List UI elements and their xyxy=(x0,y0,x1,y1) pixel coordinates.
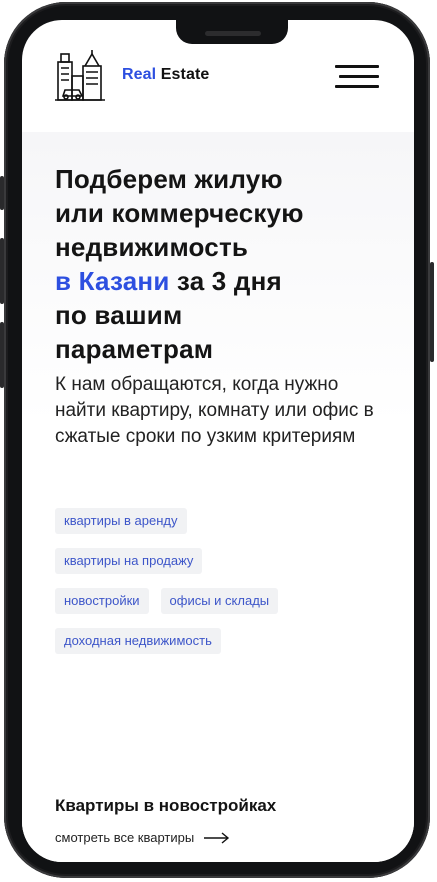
see-all-label: смотреть все квартиры xyxy=(55,830,195,845)
hero-subtitle: К нам обращаются, когда нужно найти квар… xyxy=(55,374,374,447)
headline-line-6: параметрам xyxy=(55,334,214,364)
city-buildings-icon[interactable] xyxy=(55,50,105,102)
headline-line-2: или коммерческую xyxy=(55,198,304,228)
brand-name[interactable]: Real Estate xyxy=(122,66,209,84)
volume-down-button xyxy=(0,322,4,388)
screen: Real Estate Подберем жилую или коммерчес… xyxy=(22,20,414,862)
volume-up-button xyxy=(0,238,4,304)
tag-row: новостройки офисы и склады xyxy=(55,588,385,614)
headline-city: в Казани xyxy=(55,266,170,296)
headline-line-5: по вашим xyxy=(55,300,183,330)
tag-offices-warehouses[interactable]: офисы и склады xyxy=(160,588,279,614)
property-tags: квартиры в аренду квартиры на продажу но… xyxy=(55,508,385,668)
tag-new-buildings[interactable]: новостройки xyxy=(55,588,149,614)
brand-rest: Estate xyxy=(156,66,210,83)
headline-line-1: Подберем жилую xyxy=(55,164,283,194)
tag-row: квартиры в аренду xyxy=(55,508,385,534)
hero-headline: Подберем жилую или коммерческую недвижим… xyxy=(55,162,385,366)
headline-duration: за 3 дня xyxy=(169,266,282,296)
hamburger-menu-icon[interactable] xyxy=(335,65,379,89)
arrow-right-icon xyxy=(204,831,230,844)
silent-switch xyxy=(0,176,4,210)
section-title: Квартиры в новостройках xyxy=(55,796,277,815)
tag-income-property[interactable]: доходная недвижимость xyxy=(55,628,221,654)
headline-line-3: недвижимость xyxy=(55,232,249,262)
see-all-link[interactable]: смотреть все квартиры xyxy=(55,830,230,845)
power-button xyxy=(430,262,434,362)
speaker-grille xyxy=(205,31,261,36)
tag-row: доходная недвижимость xyxy=(55,628,385,654)
tag-row: квартиры на продажу xyxy=(55,548,385,574)
brand-accent: Real xyxy=(122,66,157,83)
tag-rent-apartments[interactable]: квартиры в аренду xyxy=(55,508,187,534)
tag-sale-apartments[interactable]: квартиры на продажу xyxy=(55,548,203,574)
